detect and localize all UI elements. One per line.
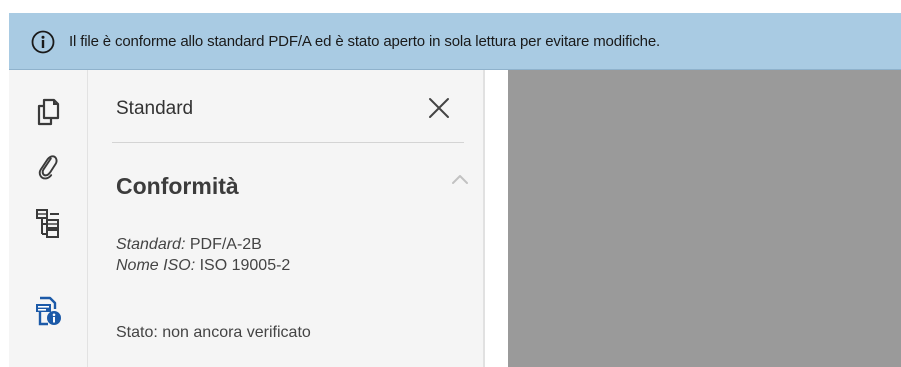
structure-tree-icon xyxy=(36,209,59,238)
standards-panel: Standard Conformità Standard: PDF/A-2B N… xyxy=(87,70,485,367)
rail-button-pages[interactable] xyxy=(9,90,87,134)
rail-button-bookmarks[interactable] xyxy=(9,201,87,245)
standard-label: Standard: xyxy=(116,236,186,253)
info-icon xyxy=(31,30,55,54)
rail-button-standards[interactable] xyxy=(9,289,87,333)
iso-name-value: ISO 19005-2 xyxy=(195,257,291,274)
navigation-rail xyxy=(9,70,87,367)
panel-separator xyxy=(112,142,464,143)
standard-value: PDF/A-2B xyxy=(185,236,262,253)
close-icon[interactable] xyxy=(425,94,453,122)
page-thumbnails-icon xyxy=(37,98,60,126)
standard-property: Standard: PDF/A-2B xyxy=(116,236,262,254)
read-only-notification-bar: Il file è conforme allo standard PDF/A e… xyxy=(9,13,901,70)
rail-button-attachments[interactable] xyxy=(9,145,87,189)
app-window: Il file è conforme allo standard PDF/A e… xyxy=(0,0,901,367)
panel-resize-handle[interactable] xyxy=(483,70,485,367)
panel-title: Standard xyxy=(116,98,194,119)
chevron-up-icon[interactable] xyxy=(450,170,470,190)
document-view[interactable] xyxy=(508,70,901,367)
paperclip-icon xyxy=(38,155,58,180)
section-title: Conformità xyxy=(116,173,239,199)
iso-name-property: Nome ISO: ISO 19005-2 xyxy=(116,257,290,275)
standards-info-icon xyxy=(36,296,61,326)
validation-status: Stato: non ancora verificato xyxy=(116,324,311,341)
iso-name-label: Nome ISO: xyxy=(116,257,196,274)
notification-message: Il file è conforme allo standard PDF/A e… xyxy=(69,33,661,50)
